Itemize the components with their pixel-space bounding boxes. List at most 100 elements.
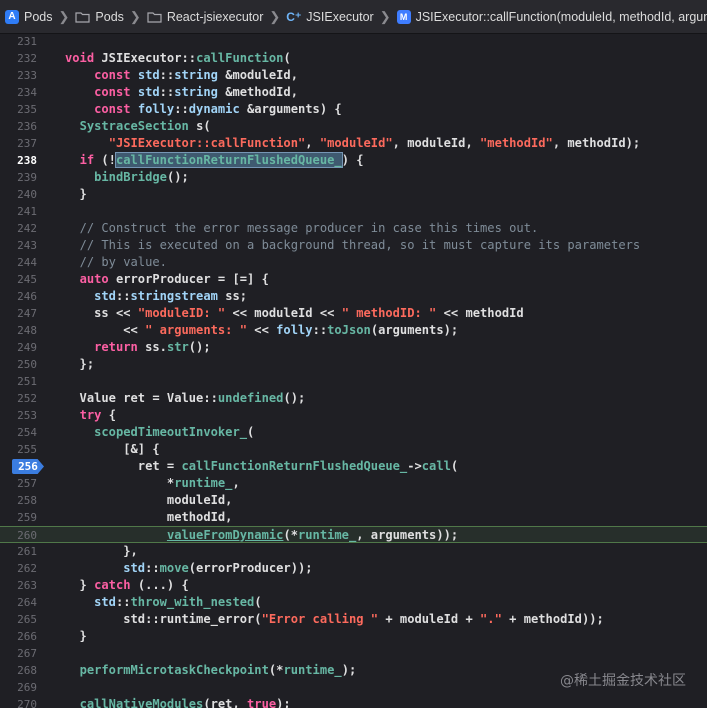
- code-line[interactable]: 246 std::stringstream ss;: [0, 288, 707, 305]
- code-text: SystraceSection s(: [65, 118, 211, 135]
- code-line[interactable]: 236 SystraceSection s(: [0, 118, 707, 135]
- line-number: 254: [17, 426, 37, 439]
- code-line[interactable]: 258 moduleId,: [0, 492, 707, 509]
- code-token: (*: [283, 528, 298, 542]
- code-line[interactable]: 259 methodId,: [0, 509, 707, 526]
- code-token: ::: [145, 561, 160, 575]
- line-number: 268: [17, 664, 37, 677]
- line-number: 237: [17, 137, 37, 150]
- breadcrumb-item-pods-project[interactable]: A Pods: [5, 9, 53, 24]
- code-text: std::runtime_error("Error calling " + mo…: [65, 611, 604, 628]
- line-number: 241: [17, 205, 37, 218]
- code-line[interactable]: 266 }: [0, 628, 707, 645]
- chevron-right-icon: ❯: [58, 8, 70, 24]
- code-token: << moduleId <<: [225, 306, 342, 320]
- line-number: 231: [17, 35, 37, 48]
- code-line[interactable]: 251: [0, 373, 707, 390]
- code-token: (: [450, 459, 459, 473]
- code-line[interactable]: 239 bindBridge();: [0, 169, 707, 186]
- code-line[interactable]: 245 auto errorProducer = [=] {: [0, 271, 707, 288]
- code-line[interactable]: 263 } catch (...) {: [0, 577, 707, 594]
- code-token: void: [65, 51, 102, 65]
- line-number: 252: [17, 392, 37, 405]
- code-text: valueFromDynamic(*runtime_, arguments));: [65, 527, 458, 544]
- code-line[interactable]: 270 callNativeModules(ret, true);: [0, 696, 707, 708]
- code-line[interactable]: 265 std::runtime_error("Error calling " …: [0, 611, 707, 628]
- code-line[interactable]: 242 // Construct the error message produ…: [0, 220, 707, 237]
- code-line[interactable]: 252 Value ret = Value::undefined();: [0, 390, 707, 407]
- line-number: 239: [17, 171, 37, 184]
- breadcrumb-item-react-jsiexecutor[interactable]: React-jsiexecutor: [147, 10, 263, 24]
- code-token: std: [94, 289, 116, 303]
- code-token: " arguments: ": [145, 323, 248, 337]
- line-number: 233: [17, 69, 37, 82]
- code-line[interactable]: 234 const std::string &methodId,: [0, 84, 707, 101]
- code-line[interactable]: 231: [0, 34, 707, 50]
- code-text: std::stringstream ss;: [65, 288, 247, 305]
- code-line[interactable]: 261 },: [0, 543, 707, 560]
- code-line[interactable]: 264 std::throw_with_nested(: [0, 594, 707, 611]
- code-line[interactable]: 255 [&] {: [0, 441, 707, 458]
- code-text: },: [65, 543, 138, 560]
- code-token: "Error calling ": [261, 612, 379, 626]
- code-token: ::: [174, 102, 189, 116]
- code-token: "JSIExecutor::callFunction": [108, 136, 306, 150]
- code-token: SystraceSection: [79, 119, 197, 133]
- code-text: std::throw_with_nested(: [65, 594, 261, 611]
- code-token: {: [108, 408, 116, 422]
- code-line[interactable]: 240 }: [0, 186, 707, 203]
- code-line[interactable]: 238 if (!callFunctionReturnFlushedQueue_…: [0, 152, 707, 169]
- code-line[interactable]: 257 *runtime_,: [0, 475, 707, 492]
- code-text: ret = callFunctionReturnFlushedQueue_->c…: [65, 458, 458, 475]
- breadcrumb-item-jsiexecutor-file[interactable]: C⁺ JSIExecutor: [286, 10, 373, 24]
- line-number: 255: [17, 443, 37, 456]
- line-number: 236: [17, 120, 37, 133]
- code-line[interactable]: 267: [0, 645, 707, 662]
- code-token: " methodID: ": [341, 306, 437, 320]
- line-number: 267: [17, 647, 37, 660]
- code-line[interactable]: 253 try {: [0, 407, 707, 424]
- code-line[interactable]: 241: [0, 203, 707, 220]
- code-line[interactable]: 237 "JSIExecutor::callFunction", "module…: [0, 135, 707, 152]
- code-token: moduleId,: [65, 493, 233, 507]
- code-token: const: [94, 68, 138, 82]
- code-editor[interactable]: 231 232 void JSIExecutor::callFunction(233…: [0, 34, 707, 708]
- code-text: // by value.: [65, 254, 167, 271]
- code-line[interactable]: 248 << " arguments: " << folly::toJson(a…: [0, 322, 707, 339]
- code-token: );: [276, 697, 291, 708]
- code-text: const std::string &moduleId,: [65, 67, 298, 84]
- line-number: 261: [17, 545, 37, 558]
- code-line[interactable]: 235 const folly::dynamic &arguments) {: [0, 101, 707, 118]
- breakpoint-marker[interactable]: 256: [12, 459, 44, 474]
- code-line[interactable]: 256 ret = callFunctionReturnFlushedQueue…: [0, 458, 707, 475]
- code-token: catch: [94, 578, 138, 592]
- code-line[interactable]: 260 valueFromDynamic(*runtime_, argument…: [0, 526, 707, 543]
- code-line[interactable]: 249 return ss.str();: [0, 339, 707, 356]
- code-token: dynamic: [188, 102, 248, 116]
- code-text: const folly::dynamic &arguments) {: [65, 101, 342, 118]
- code-line[interactable]: 250 };: [0, 356, 707, 373]
- code-token: bindBridge: [94, 170, 167, 184]
- code-line[interactable]: 262 std::move(errorProducer));: [0, 560, 707, 577]
- code-text: // Construct the error message producer …: [65, 220, 539, 237]
- code-line[interactable]: 244 // by value.: [0, 254, 707, 271]
- code-token: <<: [65, 323, 146, 337]
- code-text: std::move(errorProducer));: [65, 560, 312, 577]
- chevron-right-icon: ❯: [379, 8, 391, 24]
- code-line[interactable]: 232 void JSIExecutor::callFunction(: [0, 50, 707, 67]
- code-line[interactable]: 233 const std::string &moduleId,: [0, 67, 707, 84]
- code-text: bindBridge();: [65, 169, 189, 186]
- code-line[interactable]: 247 ss << "moduleID: " << moduleId << " …: [0, 305, 707, 322]
- line-number: 242: [17, 222, 37, 235]
- breadcrumb-item-pods-folder[interactable]: Pods: [75, 10, 124, 24]
- code-line[interactable]: 254 scopedTimeoutInvoker_(: [0, 424, 707, 441]
- code-line[interactable]: 243 // This is executed on a background …: [0, 237, 707, 254]
- breadcrumb-item-callfunction-method[interactable]: M JSIExecutor::callFunction(moduleId, me…: [396, 9, 707, 24]
